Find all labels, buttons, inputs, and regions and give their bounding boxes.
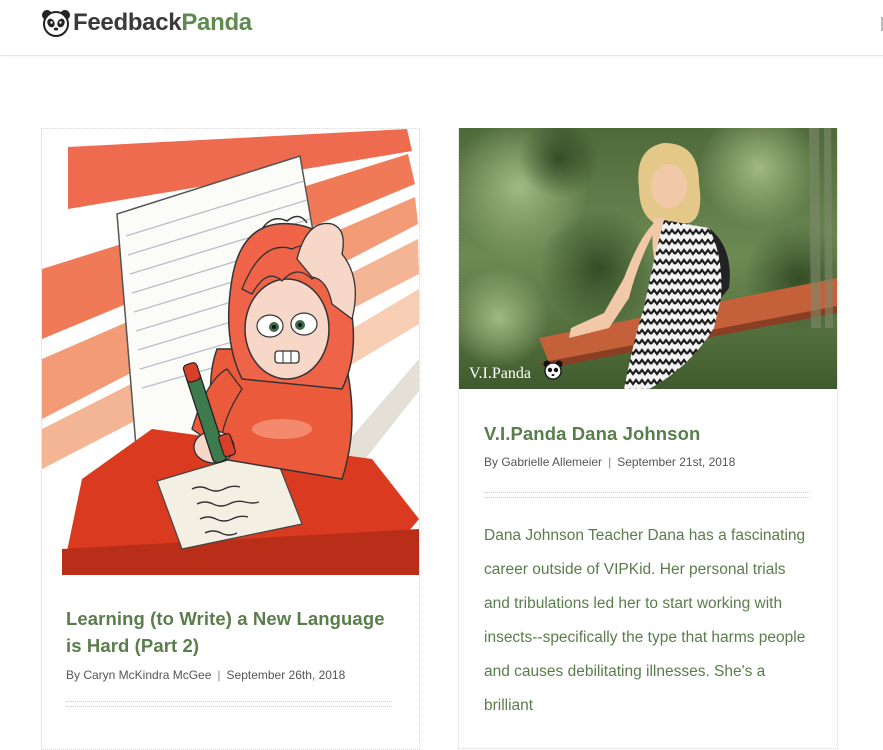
post-title[interactable]: Learning (to Write) a New Language is Ha… [66, 605, 401, 659]
post-excerpt: Dana Johnson Teacher Dana has a fascinat… [484, 527, 806, 714]
panda-logo-icon [42, 10, 70, 37]
site-logo[interactable]: FeedbackPanda [41, 8, 252, 38]
post-date: September 21st, 2018 [617, 455, 736, 469]
post-thumbnail-photo[interactable]: V.I.Panda [459, 128, 837, 389]
post-card: V.I.Panda V.I.Panda Dana Johnson By Gabr… [458, 128, 838, 749]
post-title[interactable]: V.I.Panda Dana Johnson [484, 420, 814, 447]
logo-text-feedback: Feedback [73, 9, 182, 36]
post-card: Learning (to Write) a New Language is Ha… [41, 128, 420, 750]
post-divider [484, 492, 810, 493]
post-divider-2 [484, 497, 810, 498]
photo-watermark: V.I.Panda [469, 365, 531, 382]
meta-separator: | [217, 668, 221, 682]
post-meta: By Gabrielle Allemeier | September 21st, 2… [484, 454, 735, 470]
post-meta: By Caryn McKindra McGee | September 26th, … [66, 667, 345, 683]
logo-text-panda: Panda [181, 9, 252, 36]
post-divider-2 [66, 706, 392, 707]
post-author[interactable]: By Caryn McKindra McGee [66, 668, 211, 682]
post-author[interactable]: By Gabrielle Allemeier [484, 455, 602, 469]
photo-scene: V.I.Panda [459, 128, 837, 389]
logo-text: FeedbackPanda [73, 8, 252, 38]
post-divider [66, 701, 392, 702]
post-date: September 26th, 2018 [226, 668, 346, 682]
meta-separator: | [608, 455, 612, 469]
site-header: FeedbackPanda [0, 0, 883, 56]
post-thumbnail-illustration[interactable] [42, 129, 419, 575]
watermark-panda-icon [543, 360, 563, 380]
